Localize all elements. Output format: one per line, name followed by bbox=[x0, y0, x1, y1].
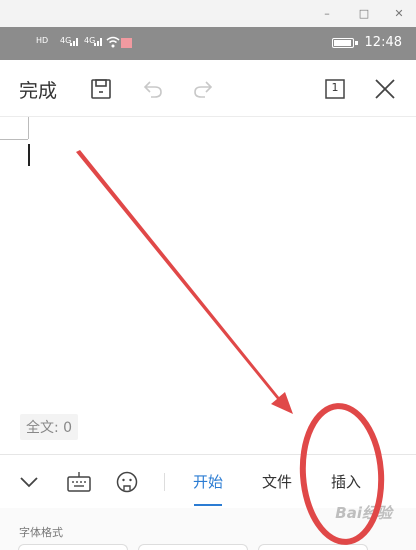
status-time: 12:48 bbox=[364, 35, 402, 50]
status-bar: HD 4G 4G 12:48 bbox=[0, 27, 416, 60]
maximize-button[interactable]: □ bbox=[355, 5, 373, 21]
tab-insert[interactable]: 插入 bbox=[331, 471, 361, 492]
notification-icon bbox=[121, 38, 132, 48]
word-count-badge: 全文: 0 bbox=[20, 414, 79, 440]
signal2-icon bbox=[94, 38, 102, 46]
close-icon[interactable] bbox=[370, 74, 400, 104]
page-count-icon[interactable]: 1 bbox=[320, 74, 350, 104]
page-count-label: 1 bbox=[331, 81, 339, 94]
margin-guide-vertical bbox=[28, 117, 29, 139]
editor-toolbar: 完成 1 bbox=[0, 60, 416, 117]
format-option[interactable] bbox=[18, 544, 128, 550]
format-option[interactable] bbox=[138, 544, 248, 550]
undo-icon[interactable] bbox=[138, 74, 168, 104]
watermark: Bai经验 bbox=[335, 504, 392, 522]
window-close-button[interactable]: ✕ bbox=[390, 5, 408, 21]
margin-guide-horizontal bbox=[0, 139, 28, 140]
collapse-chevron-icon[interactable] bbox=[14, 467, 44, 497]
keyboard-icon[interactable] bbox=[64, 467, 94, 497]
font-format-label: 字体格式 bbox=[19, 526, 63, 539]
save-icon[interactable] bbox=[86, 74, 116, 104]
tab-separator bbox=[164, 473, 165, 491]
active-tab-indicator bbox=[194, 504, 222, 506]
window-title-bar: – □ ✕ bbox=[0, 0, 416, 27]
battery-tip bbox=[355, 41, 358, 45]
wifi-icon bbox=[106, 36, 120, 48]
done-button[interactable]: 完成 bbox=[19, 76, 57, 103]
minimize-button[interactable]: – bbox=[318, 5, 336, 21]
tab-start[interactable]: 开始 bbox=[193, 471, 223, 492]
signal1-icon bbox=[70, 38, 78, 46]
redo-icon[interactable] bbox=[188, 74, 218, 104]
bottom-tab-bar: 开始 文件 插入 bbox=[0, 454, 416, 508]
editor-canvas[interactable]: 全文: 0 bbox=[0, 117, 416, 454]
text-caret bbox=[28, 144, 30, 166]
tab-file[interactable]: 文件 bbox=[262, 471, 292, 492]
battery-icon bbox=[332, 38, 354, 48]
voice-icon[interactable] bbox=[112, 467, 142, 497]
format-option[interactable] bbox=[258, 544, 368, 550]
sim1-badge: HD bbox=[36, 36, 49, 45]
